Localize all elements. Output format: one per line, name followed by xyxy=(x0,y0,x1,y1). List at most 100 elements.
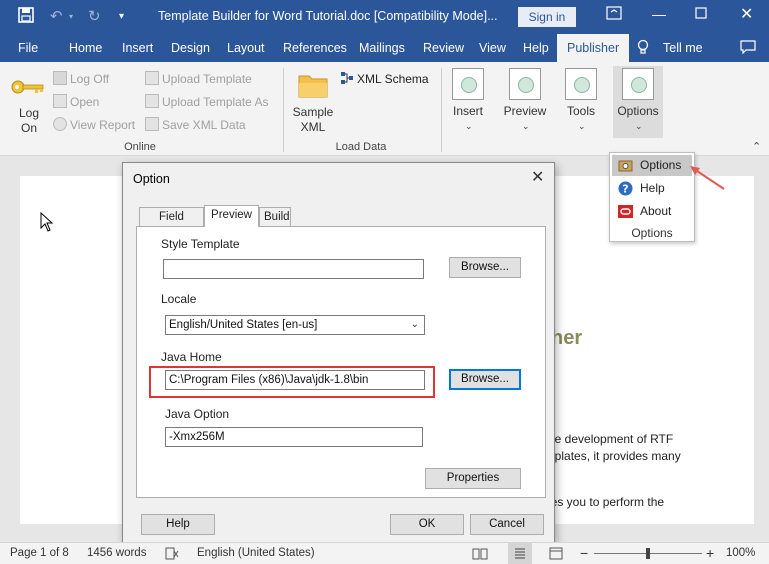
document-text-line: he development of RTF xyxy=(548,432,674,446)
load-data-group-label: Load Data xyxy=(335,141,387,153)
save-xml-data-button[interactable]: Save XML Data xyxy=(145,115,246,135)
open-icon xyxy=(53,94,67,108)
ribbon-tabs: File Home Insert Design Layout Reference… xyxy=(0,34,769,62)
page-count[interactable]: Page 1 of 8 xyxy=(10,547,69,559)
upload-template-icon xyxy=(145,71,159,85)
view-report-button[interactable]: View Report xyxy=(53,115,135,135)
style-template-browse-button[interactable]: Browse... xyxy=(449,257,521,278)
preview-icon xyxy=(509,68,541,100)
tell-me-search[interactable]: Tell me xyxy=(663,34,703,62)
close-icon[interactable]: ✕ xyxy=(740,4,753,24)
proofing-icon[interactable] xyxy=(165,547,179,563)
open-button[interactable]: Open xyxy=(53,92,99,112)
chevron-down-icon: ⌄ xyxy=(578,121,586,131)
java-option-label: Java Option xyxy=(165,407,230,421)
xml-schema-button[interactable]: XML Schema xyxy=(340,69,429,89)
preview-button[interactable]: Preview ⌄ xyxy=(500,66,550,138)
tools-icon xyxy=(565,68,597,100)
upload-template-button[interactable]: Upload Template xyxy=(145,69,252,89)
lightbulb-icon[interactable] xyxy=(637,34,649,62)
mouse-cursor-icon xyxy=(40,211,54,235)
style-template-label: Style Template xyxy=(161,237,240,251)
folder-icon xyxy=(298,72,328,101)
tab-field-labels[interactable]: Field Labels xyxy=(139,207,204,241)
tab-preview[interactable]: Preview xyxy=(204,205,259,227)
tab-build[interactable]: Build xyxy=(259,207,291,226)
help-icon: ? xyxy=(618,181,633,196)
tools-button[interactable]: Tools ⌄ xyxy=(559,66,603,138)
tab-publisher[interactable]: Publisher xyxy=(557,34,630,62)
tab-layout[interactable]: Layout xyxy=(227,34,265,62)
tab-mailings[interactable]: Mailings xyxy=(359,34,405,62)
tab-references[interactable]: References xyxy=(283,34,347,62)
document-text-line: les you to perform the xyxy=(548,495,665,509)
oracle-logo-icon xyxy=(618,204,633,219)
java-home-browse-button[interactable]: Browse... xyxy=(449,369,521,390)
locale-label: Locale xyxy=(161,292,197,306)
java-option-input[interactable]: -Xmx256M xyxy=(165,427,423,447)
log-on-button[interactable]: Log On xyxy=(14,106,44,136)
word-count[interactable]: 1456 words xyxy=(87,547,146,559)
undo-icon[interactable]: ↶ xyxy=(50,7,63,27)
java-home-highlight-box xyxy=(149,366,435,398)
maximize-icon[interactable] xyxy=(695,6,707,22)
tab-view[interactable]: View xyxy=(479,34,506,62)
pointer-arrow-icon xyxy=(688,163,728,196)
cancel-button[interactable]: Cancel xyxy=(470,514,544,535)
about-menu-item[interactable]: About xyxy=(612,201,692,222)
undo-dropdown-icon[interactable]: ▾ xyxy=(69,7,73,27)
read-mode-icon[interactable] xyxy=(472,547,488,563)
tab-file[interactable]: File xyxy=(18,34,38,62)
save-icon[interactable] xyxy=(18,7,34,29)
locale-value: English/United States [en-us] xyxy=(169,319,318,331)
redo-icon[interactable]: ↻ xyxy=(88,7,101,27)
java-home-label: Java Home xyxy=(161,350,222,364)
locale-select[interactable]: English/United States [en-us] ⌄ xyxy=(165,315,425,335)
help-button[interactable]: Help xyxy=(141,514,215,535)
zoom-out-icon[interactable]: − xyxy=(580,545,588,561)
dialog-title: Option xyxy=(133,172,170,186)
document-heading: her xyxy=(551,327,583,349)
minimize-icon[interactable]: — xyxy=(652,6,666,22)
zoom-slider-thumb[interactable] xyxy=(646,548,650,559)
tab-insert[interactable]: Insert xyxy=(122,34,153,62)
options-menu-item[interactable]: Options xyxy=(612,155,692,176)
options-button[interactable]: Options ⌄ xyxy=(613,66,663,138)
insert-button[interactable]: Insert ⌄ xyxy=(446,66,490,138)
view-report-icon xyxy=(53,117,67,131)
options-icon xyxy=(622,68,654,100)
print-layout-icon[interactable] xyxy=(508,543,532,564)
xml-schema-icon xyxy=(340,71,354,85)
help-menu-item[interactable]: ? Help xyxy=(612,178,692,199)
dialog-close-icon[interactable]: ✕ xyxy=(531,167,544,187)
chevron-down-icon: ⌄ xyxy=(465,121,473,131)
language-indicator[interactable]: English (United States) xyxy=(197,547,315,559)
log-off-icon xyxy=(53,71,67,85)
window-title: Template Builder for Word Tutorial.doc [… xyxy=(158,9,498,23)
tab-design[interactable]: Design xyxy=(171,34,210,62)
zoom-in-icon[interactable]: + xyxy=(706,545,714,561)
tab-review[interactable]: Review xyxy=(423,34,464,62)
ribbon-display-icon[interactable] xyxy=(606,6,622,23)
tab-home[interactable]: Home xyxy=(69,34,102,62)
properties-button[interactable]: Properties xyxy=(425,468,521,489)
web-layout-icon[interactable] xyxy=(549,547,563,563)
style-template-input[interactable] xyxy=(163,259,424,279)
sign-in-button[interactable]: Sign in xyxy=(518,7,576,27)
options-menu-footer: Options xyxy=(631,226,673,240)
group-separator xyxy=(283,68,284,152)
ok-button[interactable]: OK xyxy=(390,514,464,535)
group-separator xyxy=(441,68,442,152)
upload-template-as-button[interactable]: Upload Template As xyxy=(145,92,269,112)
collapse-ribbon-icon[interactable]: ⌃ xyxy=(752,140,761,153)
tab-help[interactable]: Help xyxy=(523,34,549,62)
upload-template-as-icon xyxy=(145,94,159,108)
sample-xml-button[interactable]: Sample XML xyxy=(291,105,335,135)
zoom-level[interactable]: 100% xyxy=(726,547,755,559)
comments-icon[interactable] xyxy=(740,34,756,62)
customize-toolbar-icon[interactable]: ▾ xyxy=(119,7,124,27)
publisher-ribbon: Log On Log Off Open View Report Upload T… xyxy=(0,62,769,156)
insert-icon xyxy=(452,68,484,100)
option-dialog: Option ✕ Field Labels Preview Build Styl… xyxy=(122,162,555,543)
log-off-button[interactable]: Log Off xyxy=(53,69,109,89)
